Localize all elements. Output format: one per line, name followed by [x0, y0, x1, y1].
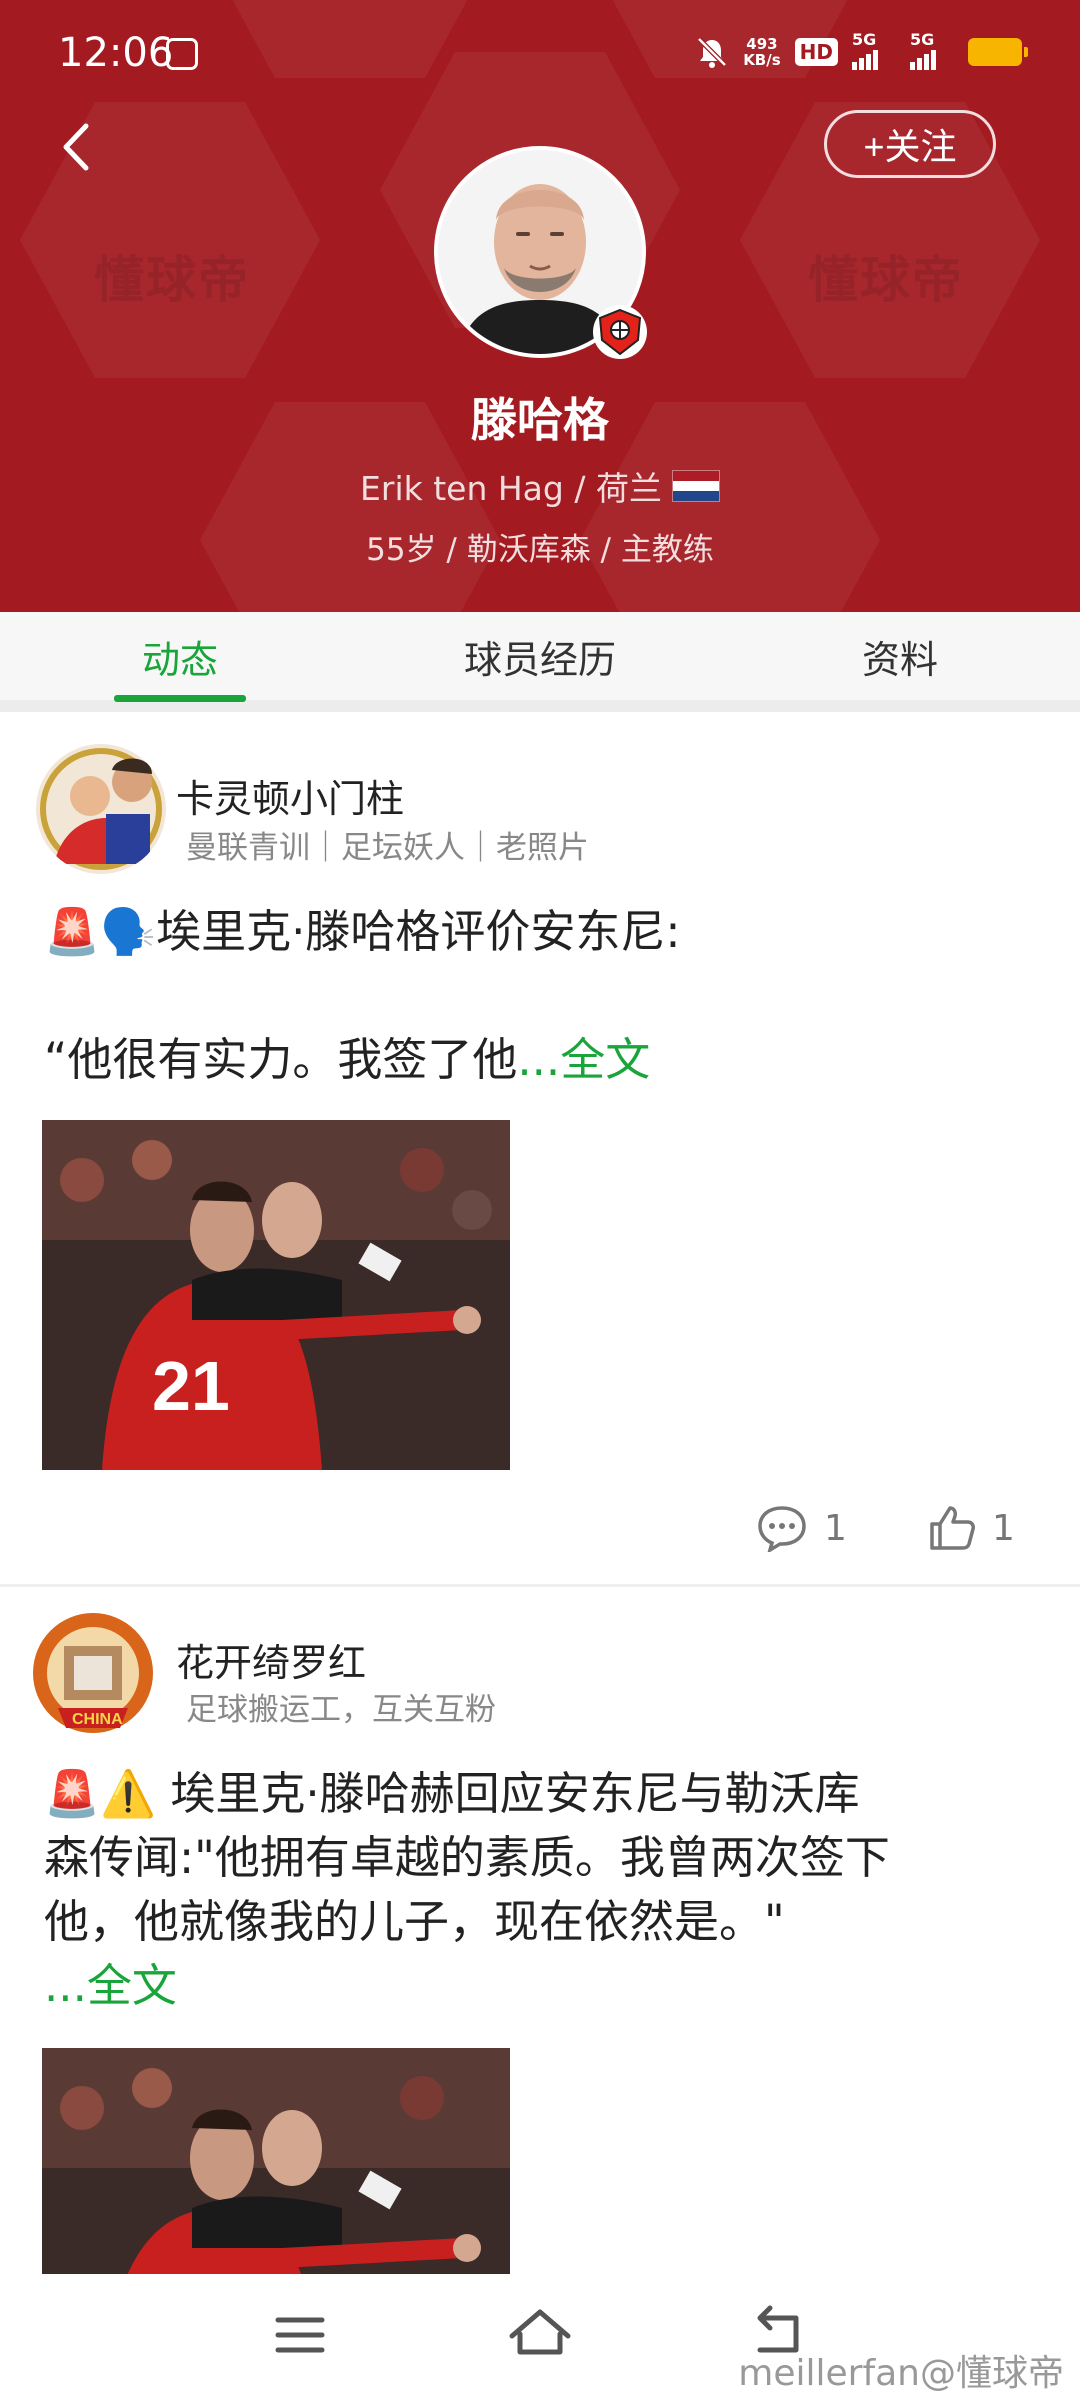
- signal-bar: [866, 54, 871, 70]
- post-photo: 21: [42, 1120, 510, 1470]
- feed-post[interactable]: CHINA 花开绮罗红 足球搬运工，互关互粉 🚨⚠️ 埃里克·滕哈赫回应安东尼与…: [0, 1592, 1080, 2274]
- post-emoji: 🚨🗣️: [44, 905, 157, 958]
- author-avatar-image: [36, 744, 166, 874]
- author-avatar[interactable]: [36, 744, 166, 874]
- coach-english-name: Erik ten Hag / 荷兰: [360, 469, 662, 508]
- signal-bar: [931, 50, 936, 70]
- author-tags: 曼联青训｜足坛妖人｜老照片: [186, 830, 589, 866]
- net-speed: 493 KB/s: [743, 36, 780, 68]
- author-name[interactable]: 卡灵顿小门柱: [176, 768, 404, 823]
- post-text[interactable]: 🚨🗣️埃里克·滕哈格评价安东尼: “他很有实力。我签了他...全文: [44, 900, 1044, 1092]
- author-avatar-image: CHINA: [28, 1608, 158, 1738]
- post-text-content: 埃里克·滕哈格评价安东尼:: [156, 905, 681, 958]
- author-name[interactable]: 花开绮罗红: [176, 1632, 366, 1687]
- post-text-line: 🚨⚠️ 埃里克·滕哈赫回应安东尼与勒沃库: [44, 1762, 1044, 1826]
- signal-bar: [852, 62, 857, 70]
- post-photo: [42, 2048, 510, 2274]
- coach-avatar-wrap[interactable]: [434, 146, 647, 359]
- follow-button[interactable]: +关注: [824, 110, 996, 178]
- post-image[interactable]: 21: [42, 1120, 510, 1470]
- post-divider: [0, 1584, 1080, 1587]
- author-tags: 足球搬运工，互关互粉: [186, 1692, 496, 1728]
- menu-button[interactable]: [260, 2300, 340, 2370]
- post-actions: 1 1: [0, 1504, 1080, 1564]
- comment-button[interactable]: 1: [756, 1504, 847, 1552]
- status-icons: 493 KB/s HD 5G 5G: [695, 30, 1028, 70]
- signal-label: 5G: [852, 30, 877, 49]
- coach-name: 滕哈格: [471, 393, 609, 447]
- post-emoji: 🚨⚠️: [44, 1767, 157, 1820]
- post-text-line: 🚨🗣️埃里克·滕哈格评价安东尼:: [44, 900, 1044, 964]
- profile-header: 懂球帝 懂球帝 12:06 493 KB/s HD 5G 5G +关注 滕哈格 …: [0, 0, 1080, 612]
- comment-count: 1: [824, 1507, 847, 1549]
- back-arrow-icon: [63, 123, 89, 171]
- footer-watermark: meillerfan@懂球帝: [738, 2353, 1064, 2394]
- club-badge-icon: [593, 305, 647, 359]
- battery-icon: [968, 38, 1028, 66]
- tab-activity[interactable]: 动态: [0, 612, 360, 700]
- post-text-line: 他，他就像我的儿子，现在依然是。": [44, 1895, 785, 1948]
- back-button[interactable]: [52, 112, 112, 182]
- read-more-link[interactable]: ...全文: [517, 1033, 650, 1086]
- signal-bar: [910, 62, 915, 70]
- signal-bar: [917, 58, 922, 70]
- mute-icon: [697, 37, 727, 68]
- hd-badge: HD: [794, 38, 838, 66]
- post-image[interactable]: [42, 2048, 510, 2274]
- profile-tabs: 动态 球员经历 资料: [0, 612, 1080, 712]
- tab-info[interactable]: 资料: [720, 612, 1080, 700]
- signal-5g-2: 5G: [910, 30, 954, 70]
- like-button[interactable]: 1: [928, 1504, 1015, 1552]
- post-text-line: “他很有实力。我签了他...全文: [44, 1028, 1044, 1092]
- net-speed-unit: KB/s: [743, 51, 781, 69]
- header-watermark: 懂球帝: [94, 251, 250, 309]
- coach-meta: 55岁 / 勒沃库森 / 主教练: [366, 532, 714, 568]
- svg-text:CHINA: CHINA: [72, 1711, 123, 1728]
- coach-english-name-row: Erik ten Hag / 荷兰: [0, 462, 1080, 510]
- read-more-link[interactable]: ...全文: [44, 1954, 1044, 2018]
- menu-icon: [275, 2317, 325, 2353]
- signal-5g-1: 5G: [852, 30, 896, 70]
- post-text[interactable]: 🚨⚠️ 埃里克·滕哈赫回应安东尼与勒沃库 森传闻:"他拥有卓越的素质。我曾两次签…: [44, 1762, 1044, 2018]
- comment-icon: [758, 1506, 806, 1552]
- thumbs-up-icon: [930, 1506, 975, 1550]
- signal-bar: [873, 50, 878, 70]
- post-text-content: “他很有实力。我签了他: [44, 1033, 518, 1086]
- svg-text:21: 21: [152, 1347, 230, 1425]
- tab-career[interactable]: 球员经历: [360, 612, 720, 700]
- header-watermark: 懂球帝: [808, 251, 964, 309]
- signal-bar: [924, 54, 929, 70]
- netherlands-flag-icon: [671, 470, 720, 502]
- post-text-line: 森传闻:"他拥有卓越的素质。我曾两次签下: [44, 1831, 890, 1884]
- home-button[interactable]: [500, 2300, 580, 2370]
- signal-bar: [859, 58, 864, 70]
- author-avatar[interactable]: CHINA: [28, 1608, 158, 1738]
- net-speed-value: 493: [746, 35, 778, 53]
- signal-label: 5G: [910, 30, 935, 49]
- home-icon: [509, 2309, 571, 2355]
- app-notification-icon: [166, 38, 198, 70]
- like-count: 1: [992, 1507, 1015, 1549]
- status-time: 12:06: [58, 30, 174, 76]
- feed-post[interactable]: 卡灵顿小门柱 曼联青训｜足坛妖人｜老照片 🚨🗣️埃里克·滕哈格评价安东尼: “他…: [0, 724, 1080, 1584]
- post-text-content: 埃里克·滕哈赫回应安东尼与勒沃库: [156, 1767, 860, 1820]
- status-bar: 12:06 493 KB/s HD 5G 5G: [0, 0, 1080, 108]
